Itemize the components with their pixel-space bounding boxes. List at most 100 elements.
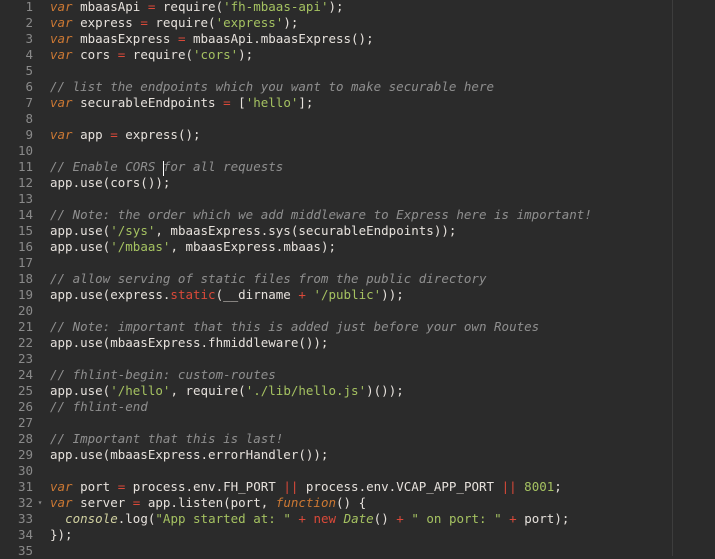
number-token: 8001 (524, 479, 555, 494)
line-number[interactable]: 30 (0, 463, 33, 479)
line-number[interactable]: 25 (0, 383, 33, 399)
code-line[interactable]: var cors = require('cors'); (50, 47, 253, 63)
line-number[interactable]: 17 (0, 255, 33, 271)
line-number[interactable]: 27 (0, 415, 33, 431)
line-number[interactable]: 2 (0, 15, 33, 31)
code-token: [ (230, 95, 246, 110)
keyword-token: var (50, 0, 73, 14)
code-line[interactable]: app.use(express.static(__dirname + '/pub… (50, 287, 404, 303)
code-line[interactable]: // fhlint-end (50, 399, 148, 415)
line-number[interactable]: 10 (0, 143, 33, 159)
code-token: require( (155, 0, 224, 14)
code-token: app.use(mbaasExpress.errorHandler()); (50, 447, 329, 462)
code-text-area[interactable]: var mbaasApi = require('fh-mbaas-api'); v… (45, 0, 715, 556)
code-token: ); (283, 15, 299, 30)
code-token: process.env.VCAP_APP_PORT (298, 479, 502, 494)
line-number[interactable]: 16 (0, 239, 33, 255)
code-line[interactable]: app.use(mbaasExpress.errorHandler()); (50, 447, 328, 463)
string-token: '/sys' (110, 223, 156, 238)
code-line[interactable]: var mbaasApi = require('fh-mbaas-api'); (50, 0, 344, 15)
line-number[interactable]: 31 (0, 479, 33, 495)
line-number[interactable]: 32 (0, 495, 33, 511)
line-number[interactable]: 5 (0, 63, 33, 79)
code-line[interactable]: var server = app.listen(port, function()… (50, 495, 366, 511)
line-number[interactable]: 7 (0, 95, 33, 111)
code-line[interactable]: // list the endpoints which you want to … (50, 79, 494, 95)
line-number[interactable]: 13 (0, 191, 33, 207)
code-line[interactable]: // allow serving of static files from th… (50, 271, 487, 287)
code-token: server (72, 495, 133, 510)
code-line[interactable]: var mbaasExpress = mbaasApi.mbaasExpress… (50, 31, 374, 47)
code-token: mbaasExpress (72, 31, 178, 46)
line-number[interactable]: 23 (0, 351, 33, 367)
operator-token: = (110, 127, 118, 142)
code-line[interactable]: }); (50, 527, 73, 543)
line-number[interactable]: 8 (0, 111, 33, 127)
line-number[interactable]: 18 (0, 271, 33, 287)
line-number[interactable]: 1 (0, 0, 33, 15)
comment-token: // Note: the order which we add middlewa… (50, 207, 592, 222)
line-number[interactable]: 19 (0, 287, 33, 303)
string-token: 'fh-mbaas-api' (223, 0, 329, 14)
line-number[interactable]: 3 (0, 31, 33, 47)
fold-toggle-icon[interactable]: ▾ (36, 495, 44, 511)
code-line[interactable]: app.use('/hello', require('./lib/hello.j… (50, 383, 404, 399)
code-token: app.use( (50, 383, 111, 398)
string-token: 'express' (215, 15, 284, 30)
line-number[interactable]: 22 (0, 335, 33, 351)
code-token: , require( (170, 383, 246, 398)
code-line[interactable]: app.use('/sys', mbaasExpress.sys(securab… (50, 223, 456, 239)
code-token: ]; (298, 95, 314, 110)
line-number[interactable]: 6 (0, 79, 33, 95)
comment-token: // fhlint-begin: custom-routes (50, 367, 276, 382)
operator-token: new (313, 511, 337, 526)
line-number[interactable]: 34 (0, 527, 33, 543)
constructor-token: Date (343, 511, 374, 526)
code-editor[interactable]: 1 2 3 4 5 6 7 8 9 10 11 12 13 14 15 16 17 18 19 20 21 22 23 24 2… (0, 0, 715, 559)
line-number[interactable]: 21 (0, 319, 33, 335)
line-number[interactable]: 15 (0, 223, 33, 239)
line-number[interactable]: 33 (0, 511, 33, 527)
code-line[interactable]: // fhlint-begin: custom-routes (50, 367, 276, 383)
line-number[interactable]: 26 (0, 399, 33, 415)
code-line[interactable]: app.use(cors()); (50, 175, 170, 191)
line-number[interactable]: 35 (0, 543, 33, 559)
code-token: ); (328, 0, 344, 14)
code-line[interactable]: // Enable CORS for all requests (50, 159, 283, 175)
code-token: mbaasApi (72, 0, 148, 14)
code-line[interactable]: var express = require('express'); (50, 15, 298, 31)
operator-token: + (509, 511, 517, 526)
code-line[interactable]: console.log("App started at: " + new Dat… (50, 511, 569, 527)
line-number-gutter[interactable]: 1 2 3 4 5 6 7 8 9 10 11 12 13 14 15 16 17 18 19 20 21 22 23 24 2… (0, 0, 45, 559)
keyword-token: var (50, 31, 73, 46)
line-number[interactable]: 14 (0, 207, 33, 223)
code-token: )()); (366, 383, 404, 398)
comment-token: // allow serving of static files from th… (50, 271, 487, 286)
string-token: '/hello' (110, 383, 171, 398)
code-token: app.use( (50, 223, 111, 238)
line-number[interactable]: 4 (0, 47, 33, 63)
function-keyword-token: function (275, 495, 337, 510)
line-number[interactable]: 24 (0, 367, 33, 383)
code-line[interactable]: var port = process.env.FH_PORT || proces… (50, 479, 562, 495)
string-token: './lib/hello.js' (245, 383, 367, 398)
code-token: , mbaasExpress.mbaas); (170, 239, 337, 254)
line-number[interactable]: 28 (0, 431, 33, 447)
code-token: .log( (117, 511, 156, 526)
line-number[interactable]: 20 (0, 303, 33, 319)
code-line[interactable]: // Note: important that this is added ju… (50, 319, 539, 335)
line-number[interactable]: 12 (0, 175, 33, 191)
keyword-token: var (50, 479, 73, 494)
operator-token: || (501, 479, 517, 494)
code-line[interactable]: app.use(mbaasExpress.fhmiddleware()); (50, 335, 328, 351)
code-line[interactable]: app.use('/mbaas', mbaasExpress.mbaas); (50, 239, 336, 255)
line-number[interactable]: 29 (0, 447, 33, 463)
code-line[interactable]: // Note: the order which we add middlewa… (50, 207, 592, 223)
code-line[interactable]: var app = express(); (50, 127, 201, 143)
code-line[interactable]: var securableEndpoints = ['hello']; (50, 95, 313, 111)
code-token: process.env.FH_PORT (125, 479, 284, 494)
line-number[interactable]: 9 (0, 127, 33, 143)
code-line[interactable]: // Important that this is last! (50, 431, 283, 447)
line-number[interactable]: 11 (0, 159, 33, 175)
operator-token: = (223, 95, 231, 110)
